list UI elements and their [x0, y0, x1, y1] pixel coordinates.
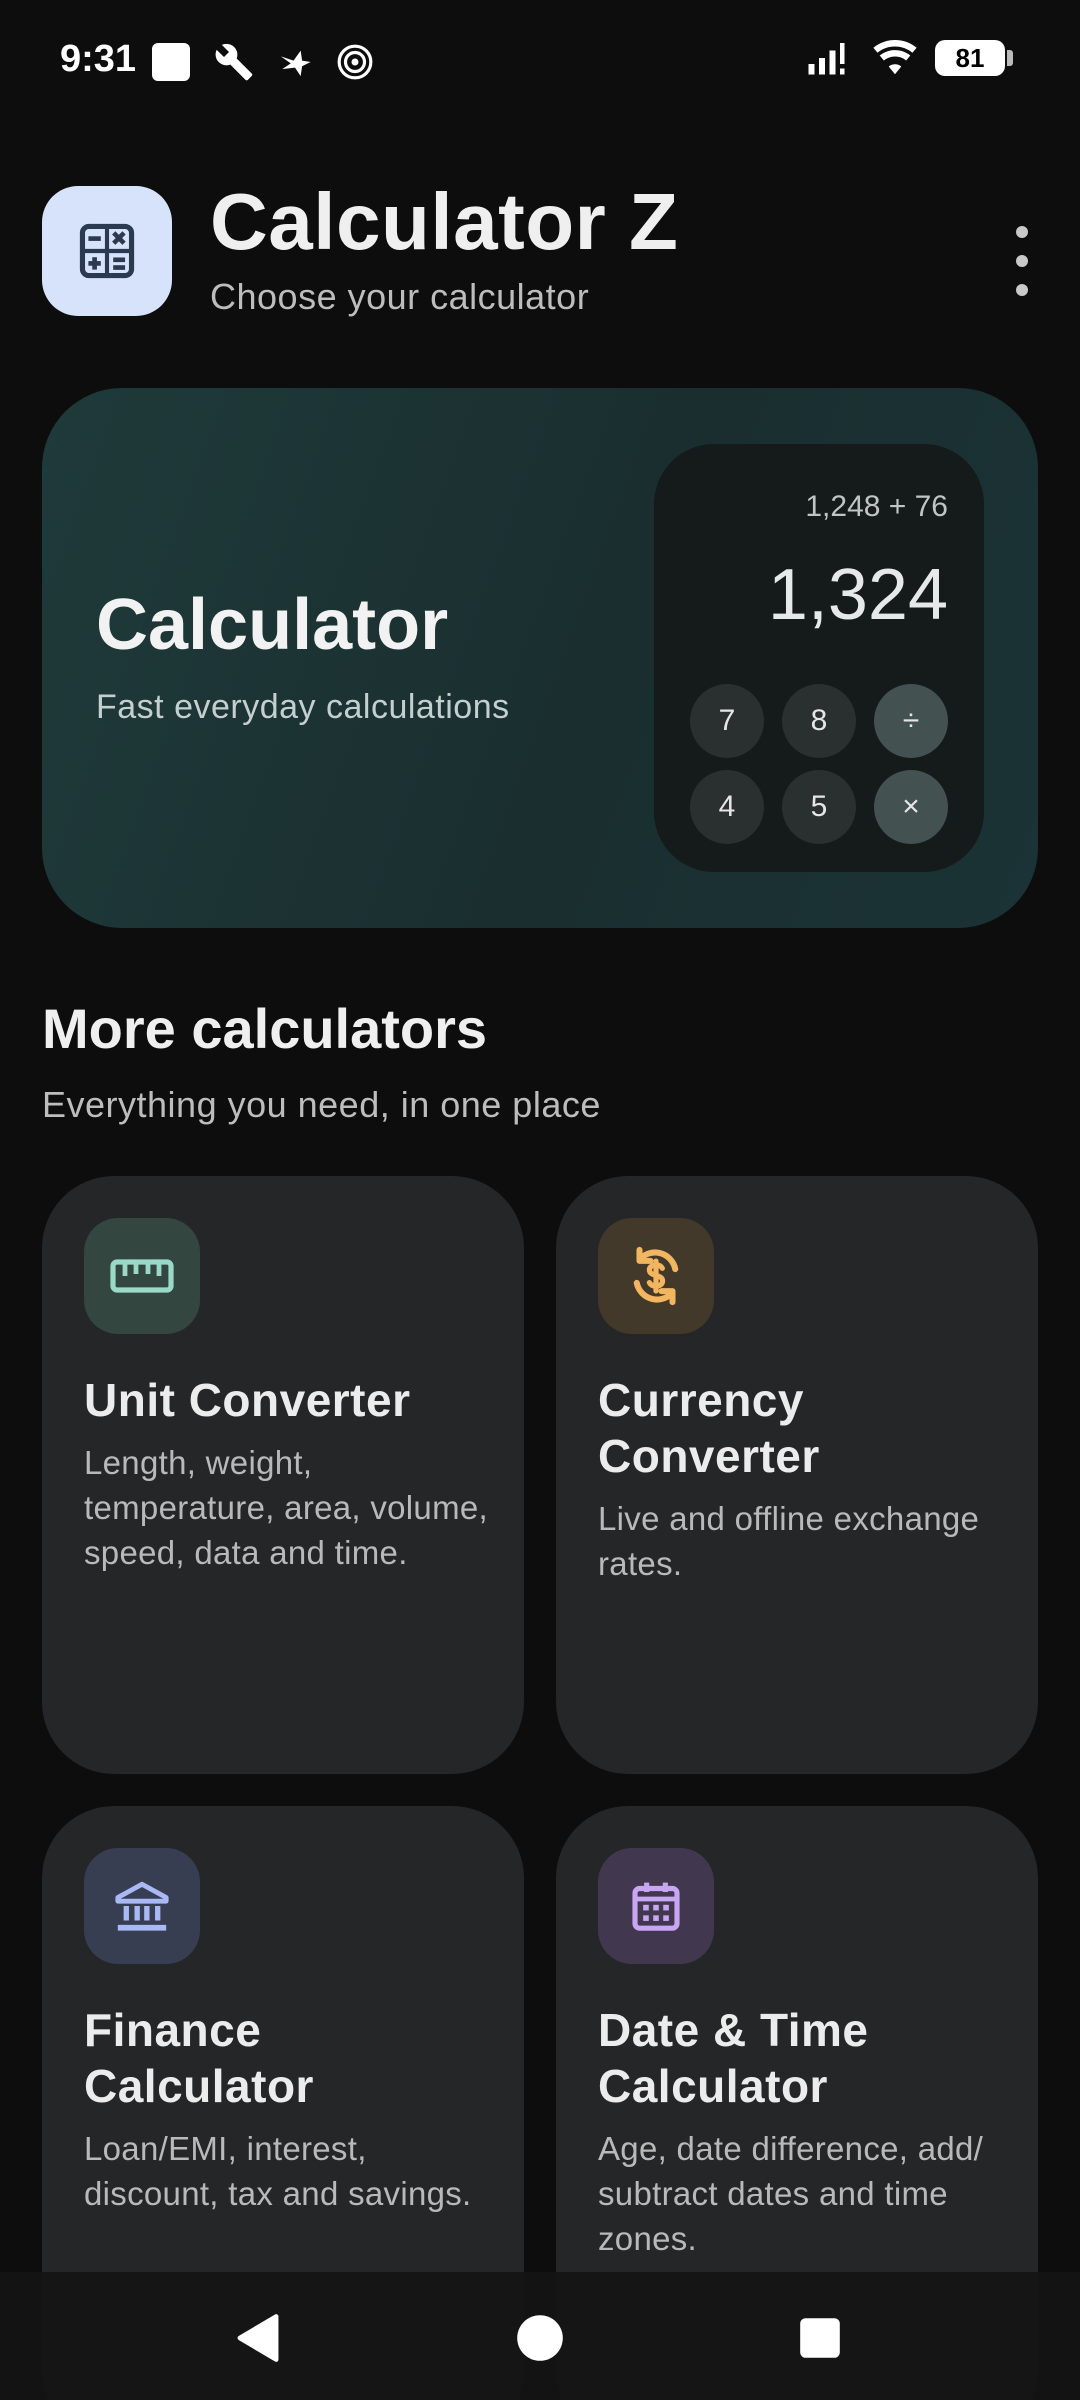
app-header: Calculator Z Choose your calculator — [42, 177, 1042, 320]
calculator-card-title: Calculator — [96, 585, 449, 665]
preview-key-5: 5 — [782, 770, 856, 844]
preview-key-4: 4 — [690, 770, 764, 844]
preview-key-8: 8 — [782, 684, 856, 758]
section-title: More calculators — [42, 997, 488, 1060]
square-notification-icon — [152, 43, 190, 81]
date-time-calculator-title: Date & Time Calculator — [598, 2004, 869, 2112]
unit-converter-card[interactable]: Unit Converter Length, weight, temperatu… — [42, 1176, 524, 1774]
app-subtitle: Choose your calculator — [210, 276, 590, 317]
back-icon[interactable] — [230, 2310, 286, 2366]
calculator-preview: 1,248 + 76 1,324 7 8 ÷ 4 5 × — [654, 444, 984, 872]
finance-calculator-description: Loan/EMI, interest, discount, tax and sa… — [84, 2130, 472, 2212]
calculator-card-subtitle: Fast everyday calculations — [96, 688, 510, 726]
date-time-calculator-description: Age, date difference, add/ subtract date… — [598, 2130, 984, 2257]
calculator-icon — [42, 186, 172, 316]
signal-icon — [808, 43, 845, 75]
app-screen: 9:31 81 Calculator Z Choose your calcula… — [0, 0, 1080, 2400]
calculator-card[interactable]: Calculator Fast everyday calculations 1,… — [42, 388, 1038, 928]
app-title: Calculator Z — [210, 177, 679, 266]
preview-key-divide: ÷ — [874, 684, 948, 758]
preview-keypad: 7 8 ÷ 4 5 × — [690, 684, 948, 844]
preview-key-multiply: × — [874, 770, 948, 844]
status-bar: 9:31 81 — [0, 0, 1080, 126]
calendar-icon — [598, 1848, 714, 1964]
section-subtitle: Everything you need, in one place — [42, 1084, 601, 1125]
unit-converter-description: Length, weight, temperature, area, volum… — [84, 1444, 488, 1571]
home-icon[interactable] — [512, 2310, 568, 2366]
battery-icon: 81 — [935, 40, 1013, 76]
wifi-icon — [873, 40, 917, 75]
bank-icon — [84, 1848, 200, 1964]
unit-converter-title: Unit Converter — [84, 1374, 411, 1426]
currency-converter-description: Live and offline exchange rates. — [598, 1500, 980, 1582]
notification-icons — [152, 42, 374, 82]
ruler-icon — [84, 1218, 200, 1334]
preview-key-7: 7 — [690, 684, 764, 758]
currency-exchange-icon — [598, 1218, 714, 1334]
preview-expression: 1,248 + 76 — [805, 490, 948, 523]
currency-converter-title: Currency Converter — [598, 1374, 820, 1482]
finance-calculator-title: Finance Calculator — [84, 2004, 314, 2112]
wrench-icon — [215, 43, 253, 81]
bird-icon — [280, 50, 311, 77]
spiral-icon — [337, 44, 373, 80]
preview-result: 1,324 — [767, 555, 948, 635]
system-navigation-bar — [0, 2272, 1080, 2400]
recents-icon[interactable] — [792, 2310, 848, 2366]
overflow-menu-icon[interactable] — [1002, 226, 1042, 296]
currency-converter-card[interactable]: Currency Converter Live and offline exch… — [556, 1176, 1038, 1774]
system-icons: 81 — [807, 40, 1013, 76]
status-time: 9:31 — [60, 38, 137, 80]
